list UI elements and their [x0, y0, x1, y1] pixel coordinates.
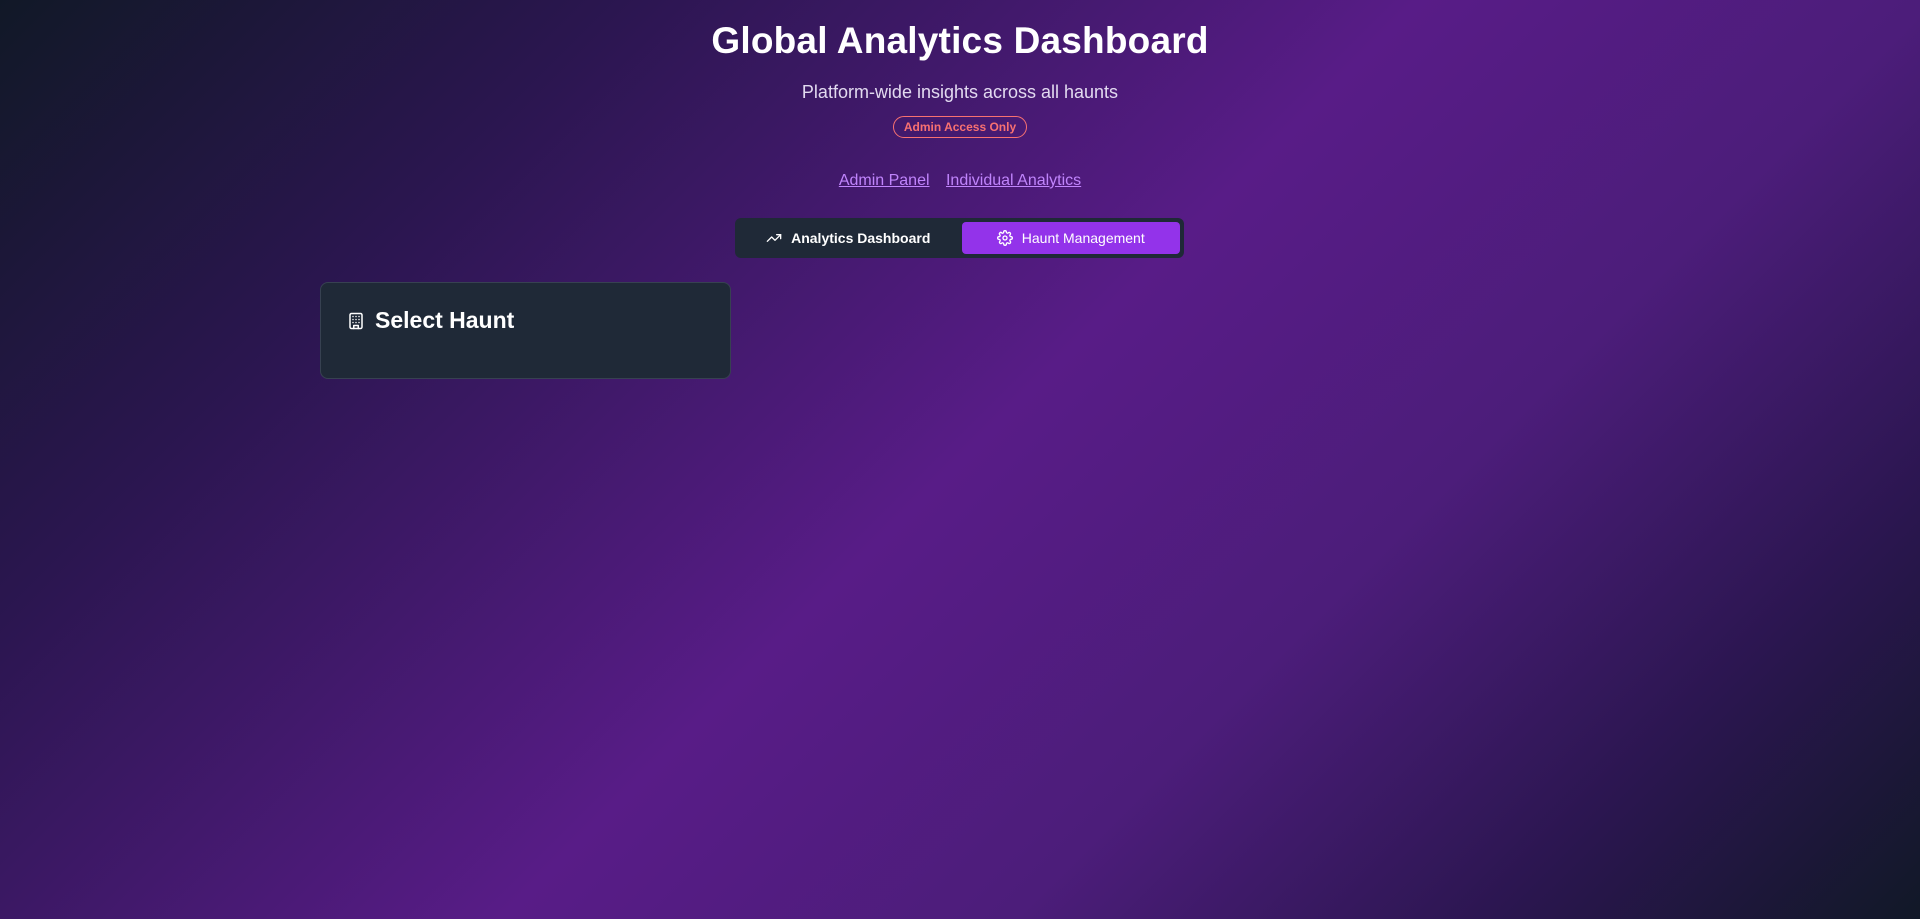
- individual-analytics-link[interactable]: Individual Analytics: [946, 172, 1081, 189]
- tab-haunt-management-label: Haunt Management: [1021, 230, 1145, 246]
- page-title: Global Analytics Dashboard: [711, 20, 1209, 61]
- card-title: Select Haunt: [347, 307, 514, 334]
- admin-access-badge: Admin Access Only: [892, 116, 1028, 138]
- admin-panel-link[interactable]: Admin Panel: [839, 172, 930, 189]
- card-title-label: Select Haunt: [375, 307, 515, 333]
- building-icon: [349, 312, 363, 329]
- view-tabs: Analytics Dashboard Haunt Management: [735, 218, 1184, 258]
- gear-icon: [996, 230, 1013, 246]
- tab-haunt-management[interactable]: Haunt Management: [961, 222, 1180, 254]
- tab-analytics-dashboard-label: Analytics Dashboard: [791, 230, 931, 246]
- select-haunt-card: Select Haunt: [320, 282, 731, 379]
- nav-links: Admin Panel Individual Analytics: [0, 172, 1920, 190]
- badge-wrap: Admin Access Only: [0, 116, 1920, 138]
- trending-up-icon: [766, 234, 782, 242]
- tab-analytics-dashboard[interactable]: Analytics Dashboard: [739, 222, 958, 254]
- page-subtitle: Platform-wide insights across all haunts: [801, 82, 1119, 102]
